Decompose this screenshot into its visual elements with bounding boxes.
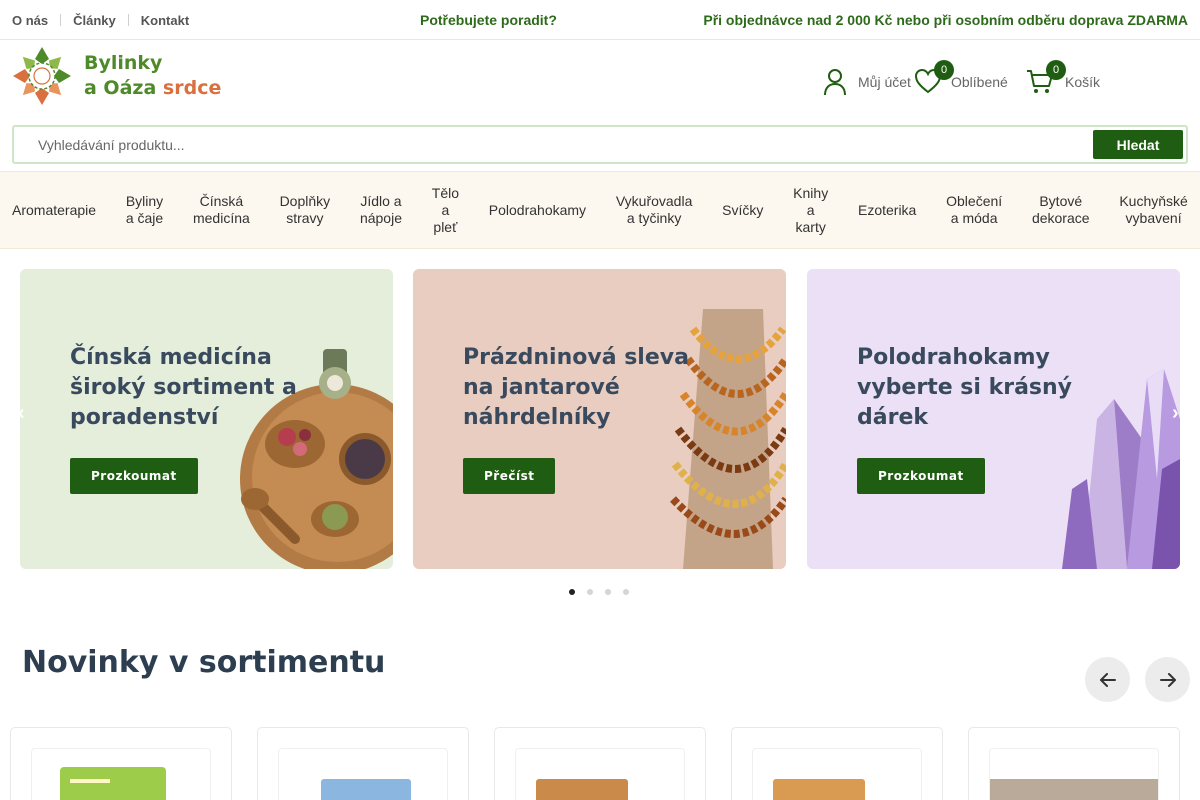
divider: [127, 14, 129, 26]
section-title: Novinky v sortimentu: [22, 645, 386, 680]
category-kuchynske-vybaveni[interactable]: Kuchyňské vybavení: [1119, 193, 1187, 227]
heart-icon: 0: [914, 60, 954, 96]
product-image: [515, 748, 685, 800]
logo-wordmark: Bylinky a Oáza srdce: [84, 51, 221, 101]
carousel-next-button[interactable]: [1145, 657, 1190, 702]
account-label: Můj účet: [858, 74, 911, 90]
slide-title: Polodrahokamy vyberte si krásný dárek: [857, 345, 1073, 430]
slider-dot[interactable]: [623, 589, 629, 595]
top-links: O nás Články Kontakt: [12, 0, 189, 40]
link-about[interactable]: O nás: [12, 13, 48, 28]
slider-dot[interactable]: [569, 589, 575, 595]
arrow-left-icon: [1099, 672, 1116, 687]
category-nav: Aromaterapie Byliny a čaje Čínská medicí…: [0, 171, 1200, 249]
slider-dot[interactable]: [605, 589, 611, 595]
product-image: [278, 748, 448, 800]
product-card[interactable]: [731, 727, 943, 800]
cart-link[interactable]: 0 Košík: [1026, 58, 1100, 106]
logo-line-2b: srdce: [162, 77, 222, 99]
product-card[interactable]: [968, 727, 1180, 800]
user-icon: [822, 68, 850, 96]
slide-explore-button[interactable]: Prozkoumat: [70, 458, 198, 494]
link-articles[interactable]: Články: [73, 13, 116, 28]
slide-read-button[interactable]: Přečíst: [463, 458, 556, 494]
slide-title: Čínská medicína široký sortiment a porad…: [70, 345, 297, 430]
category-jidlo-a-napoje[interactable]: Jídlo a nápoje: [360, 193, 402, 227]
banner-slide-amber-necklaces[interactable]: Prázdninová sleva na jantarové náhrdelní…: [413, 269, 786, 569]
cart-count-badge: 0: [1046, 60, 1066, 80]
slide-explore-button[interactable]: Prozkoumat: [857, 458, 985, 494]
slide-title: Prázdninová sleva na jantarové náhrdelní…: [463, 345, 689, 430]
product-image: [752, 748, 922, 800]
arrow-right-icon: [1159, 672, 1176, 687]
category-svicky[interactable]: Svíčky: [722, 202, 763, 219]
search-button[interactable]: Hledat: [1093, 130, 1183, 159]
cart-icon: 0: [1026, 60, 1066, 96]
category-doplnky-stravy[interactable]: Doplňky stravy: [280, 193, 331, 227]
category-knihy-a-karty[interactable]: Knihy a karty: [793, 185, 828, 236]
category-polodrahokamy[interactable]: Polodrahokamy: [489, 202, 586, 219]
logo-line-1: Bylinky: [84, 52, 163, 74]
slider-dots: [569, 589, 629, 595]
banner-slide-chinese-medicine[interactable]: Čínská medicína široký sortiment a porad…: [20, 269, 393, 569]
category-vykurovadla[interactable]: Vykuřovadla a tyčinky: [616, 193, 693, 227]
category-bytove-dekorace[interactable]: Bytové dekorace: [1032, 193, 1090, 227]
category-obleceni-a-moda[interactable]: Oblečení a móda: [946, 193, 1002, 227]
category-telo-a-plet[interactable]: Tělo a pleť: [432, 185, 459, 236]
cart-label: Košík: [1065, 74, 1101, 90]
slider-prev-chevron-icon[interactable]: ‹: [18, 402, 25, 425]
top-bar: O nás Články Kontakt Potřebujete poradit…: [0, 0, 1200, 40]
favorites-label: Oblíbené: [951, 74, 1008, 90]
category-cinska-medicina[interactable]: Čínská medicína: [193, 193, 250, 227]
banner-slide-gemstones[interactable]: Polodrahokamy vyberte si krásný dárek Pr…: [807, 269, 1180, 569]
category-ezoterika[interactable]: Ezoterika: [858, 202, 916, 219]
category-aromaterapie[interactable]: Aromaterapie: [12, 202, 96, 219]
slider-dot[interactable]: [587, 589, 593, 595]
mandala-logo-icon: [13, 47, 71, 105]
product-image: [989, 748, 1159, 800]
search-bar: Hledat: [12, 125, 1188, 164]
site-logo[interactable]: Bylinky a Oáza srdce: [12, 46, 232, 106]
carousel-prev-button[interactable]: [1085, 657, 1130, 702]
product-card[interactable]: [494, 727, 706, 800]
advice-link[interactable]: Potřebujete poradit?: [420, 0, 557, 40]
favorites-link[interactable]: 0 Oblíbené: [914, 58, 1008, 106]
account-link[interactable]: Můj účet: [822, 58, 911, 106]
logo-line-2a: a Oáza: [84, 77, 157, 99]
link-contact[interactable]: Kontakt: [141, 13, 189, 28]
free-shipping-notice: Při objednávce nad 2 000 Kč nebo při oso…: [703, 12, 1188, 28]
product-card[interactable]: [10, 727, 232, 800]
favorites-count-badge: 0: [934, 60, 954, 80]
product-image: [31, 748, 211, 800]
divider: [60, 14, 62, 26]
product-card[interactable]: [257, 727, 469, 800]
category-byliny-a-caje[interactable]: Byliny a čaje: [126, 193, 163, 227]
search-input[interactable]: [38, 134, 1078, 156]
slider-next-chevron-icon[interactable]: ›: [1172, 402, 1179, 425]
